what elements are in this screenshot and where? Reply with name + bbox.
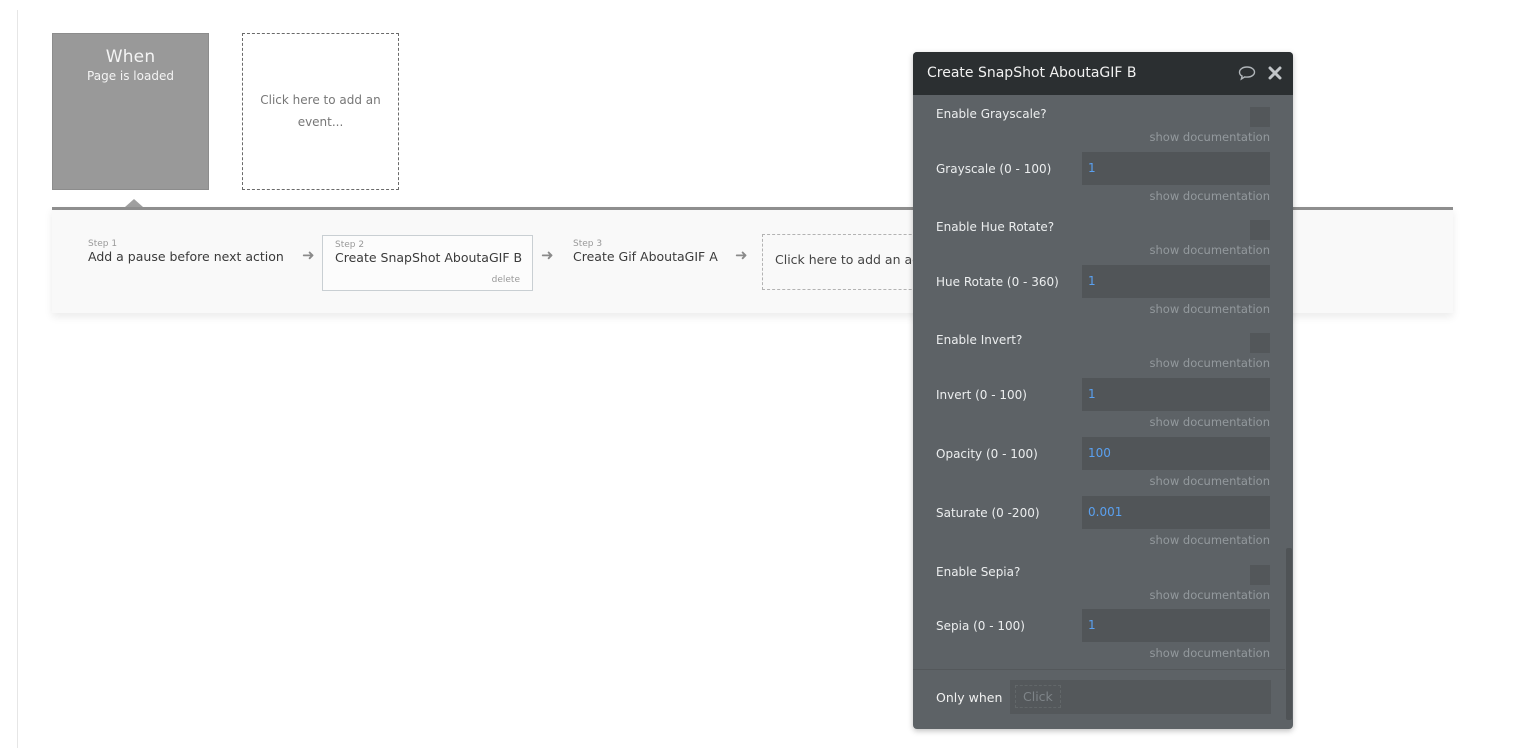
arrow-right-icon: ➜	[735, 246, 748, 264]
step-name: Add a pause before next action	[88, 249, 284, 264]
step-name: Create SnapShot AboutaGIF B	[335, 250, 523, 265]
event-when-title: When	[105, 47, 156, 67]
arrow-right-icon: ➜	[541, 246, 554, 264]
invert-input[interactable]: 1	[1082, 378, 1270, 411]
action-step-3[interactable]: Step 3 Create Gif AboutaGIF A	[573, 239, 718, 265]
event-trigger-label: Page is loaded	[87, 69, 174, 83]
close-icon[interactable]	[1265, 64, 1285, 82]
show-documentation-link[interactable]: show documentation	[1150, 243, 1270, 257]
show-documentation-link[interactable]: show documentation	[1150, 588, 1270, 602]
show-documentation-link[interactable]: show documentation	[1150, 646, 1270, 660]
field-label: Enable Grayscale?	[936, 107, 1047, 121]
field-label: Hue Rotate (0 - 360)	[936, 275, 1059, 289]
hue-rotate-input[interactable]: 1	[1082, 265, 1270, 298]
field-label: Grayscale (0 - 100)	[936, 162, 1052, 176]
only-when-condition-field[interactable]: Click	[1010, 680, 1271, 714]
show-documentation-link[interactable]: show documentation	[1150, 415, 1270, 429]
field-label: Invert (0 - 100)	[936, 388, 1027, 402]
step-label: Step 3	[573, 239, 603, 249]
show-documentation-link[interactable]: show documentation	[1150, 189, 1270, 203]
action-step-2-selected[interactable]: Step 2 Create SnapShot AboutaGIF B delet…	[322, 235, 533, 291]
sepia-input[interactable]: 1	[1082, 609, 1270, 642]
panel-divider	[913, 669, 1285, 670]
speech-bubble-icon[interactable]	[1237, 64, 1257, 82]
action-step-1[interactable]: Step 1 Add a pause before next action	[88, 239, 284, 265]
delete-step-link[interactable]: delete	[492, 275, 520, 285]
arrow-right-icon: ➜	[302, 246, 315, 264]
show-documentation-link[interactable]: show documentation	[1150, 474, 1270, 488]
enable-invert-checkbox[interactable]	[1250, 333, 1270, 353]
field-label: Opacity (0 - 100)	[936, 447, 1038, 461]
saturate-input[interactable]: 0.001	[1082, 496, 1270, 529]
selected-event-pointer	[125, 199, 143, 207]
show-documentation-link[interactable]: show documentation	[1150, 302, 1270, 316]
panel-scrollbar[interactable]	[1286, 548, 1292, 720]
opacity-input[interactable]: 100	[1082, 437, 1270, 470]
event-card-page-loaded[interactable]: When Page is loaded	[52, 33, 209, 190]
field-label: Sepia (0 - 100)	[936, 619, 1025, 633]
show-documentation-link[interactable]: show documentation	[1150, 533, 1270, 547]
action-property-editor: Create SnapShot AboutaGIF B Enable Grays…	[913, 52, 1293, 729]
only-when-placeholder: Click	[1015, 685, 1061, 708]
show-documentation-link[interactable]: show documentation	[1150, 130, 1270, 144]
only-when-label: Only when	[936, 690, 1003, 705]
step-name: Create Gif AboutaGIF A	[573, 249, 718, 264]
enable-hue-rotate-checkbox[interactable]	[1250, 220, 1270, 240]
field-label: Enable Sepia?	[936, 565, 1021, 579]
enable-grayscale-checkbox[interactable]	[1250, 107, 1270, 127]
field-label: Enable Invert?	[936, 333, 1023, 347]
panel-header[interactable]: Create SnapShot AboutaGIF B	[913, 52, 1293, 95]
panel-title: Create SnapShot AboutaGIF B	[927, 65, 1137, 81]
field-label: Enable Hue Rotate?	[936, 220, 1055, 234]
show-documentation-link[interactable]: show documentation	[1150, 356, 1270, 370]
grayscale-input[interactable]: 1	[1082, 152, 1270, 185]
step-label: Step 2	[335, 240, 365, 250]
step-label: Step 1	[88, 239, 118, 249]
enable-sepia-checkbox[interactable]	[1250, 565, 1270, 585]
canvas-left-border	[17, 10, 18, 748]
field-label: Saturate (0 -200)	[936, 506, 1040, 520]
add-event-button[interactable]: Click here to add an event...	[242, 33, 399, 190]
